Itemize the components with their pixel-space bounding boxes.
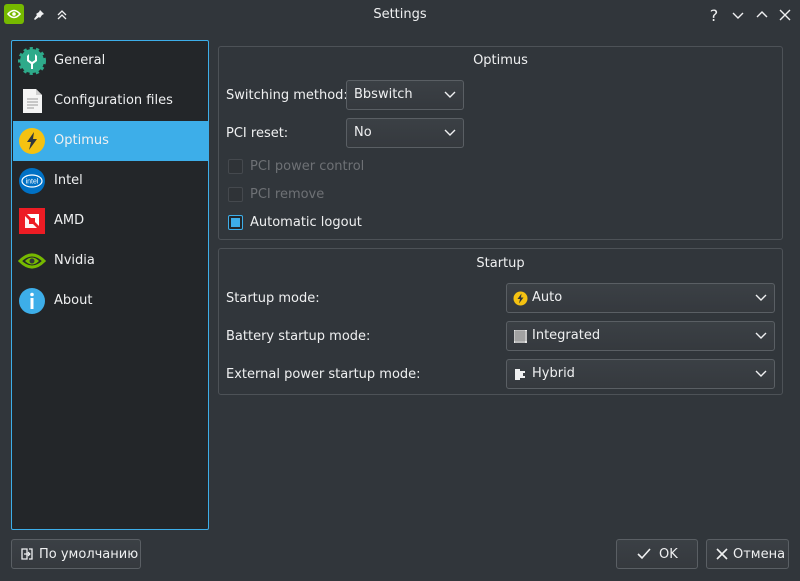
document-icon <box>23 89 42 113</box>
intel-logo-icon: intel <box>19 168 45 194</box>
close-icon <box>716 548 728 560</box>
wrench-gear-icon <box>18 47 46 75</box>
svg-text:intel: intel <box>26 179 39 186</box>
amd-logo-icon <box>19 208 45 234</box>
automatic-logout-checkbox[interactable] <box>228 215 243 230</box>
startup-mode-value: Auto <box>532 290 563 305</box>
restore-defaults-label: По умолчанию <box>39 547 139 562</box>
optimus-group: Optimus Switching method: Bbswitch PCI r… <box>218 46 783 240</box>
battery-startup-mode-value: Integrated <box>532 328 601 343</box>
pci-power-control-checkbox[interactable] <box>228 159 243 174</box>
pci-remove-checkbox[interactable] <box>228 187 243 202</box>
sidebar-item-amd[interactable]: AMD <box>13 201 208 241</box>
chip-icon <box>514 330 527 343</box>
sidebar-item-general[interactable]: General <box>13 41 208 81</box>
pci-reset-value: No <box>354 125 372 140</box>
switching-method-value: Bbswitch <box>354 87 413 102</box>
sidebar-item-configuration-files[interactable]: Configuration files <box>13 81 208 121</box>
external-power-startup-mode-value: Hybrid <box>532 366 575 381</box>
restore-defaults-icon <box>21 548 33 560</box>
sidebar-item-label: Intel <box>54 173 83 188</box>
info-icon <box>19 288 45 314</box>
title-bar: Settings ? <box>0 0 800 30</box>
sidebar-item-optimus[interactable]: Optimus <box>13 121 208 161</box>
sidebar-item-label: AMD <box>54 213 85 228</box>
startup-mode-combo[interactable]: Auto <box>506 283 775 313</box>
chevron-down-icon <box>444 91 456 98</box>
sidebar-item-label: Configuration files <box>54 93 173 108</box>
startup-mode-label: Startup mode: <box>226 291 320 306</box>
switching-method-combo[interactable]: Bbswitch <box>346 80 464 110</box>
automatic-logout-label: Automatic logout <box>250 215 362 230</box>
maximize-chevron-icon[interactable] <box>753 6 771 24</box>
sidebar-item-label: Nvidia <box>54 253 95 268</box>
lightning-icon <box>19 128 45 154</box>
chevron-down-icon <box>444 129 456 136</box>
external-power-startup-mode-label: External power startup mode: <box>226 367 421 382</box>
sidebar-item-label: General <box>54 53 106 68</box>
chevron-down-icon <box>755 370 767 377</box>
chevron-down-icon <box>755 332 767 339</box>
check-icon <box>637 548 651 560</box>
sidebar-item-label: Optimus <box>54 133 109 148</box>
help-icon[interactable]: ? <box>705 6 723 25</box>
window-title: Settings <box>373 7 427 22</box>
nvidia-logo-icon <box>18 253 46 269</box>
cancel-button[interactable]: Отмена <box>706 539 789 569</box>
restore-defaults-button[interactable]: По умолчанию <box>11 539 141 569</box>
sidebar-item-about[interactable]: About <box>13 281 208 321</box>
sidebar-item-nvidia[interactable]: Nvidia <box>13 241 208 281</box>
sidebar-item-label: About <box>54 293 93 308</box>
startup-group: Startup Startup mode: Auto Battery start… <box>218 248 783 395</box>
battery-startup-mode-label: Battery startup mode: <box>226 329 371 344</box>
battery-startup-mode-combo[interactable]: Integrated <box>506 321 775 351</box>
chevron-down-icon <box>755 294 767 301</box>
optimus-group-title: Optimus <box>473 53 528 68</box>
ok-button[interactable]: OK <box>616 539 698 569</box>
external-power-startup-mode-combo[interactable]: Hybrid <box>506 359 775 389</box>
lightning-icon <box>513 291 528 306</box>
sidebar-item-intel[interactable]: intel Intel <box>13 161 208 201</box>
ok-label: OK <box>659 547 678 562</box>
startup-group-title: Startup <box>476 256 525 271</box>
switching-method-label: Switching method: <box>226 88 348 103</box>
pci-remove-label: PCI remove <box>250 187 325 202</box>
settings-sidebar: General Configuration files Optimus inte… <box>11 40 209 530</box>
close-icon[interactable] <box>776 6 794 24</box>
pci-power-control-label: PCI power control <box>250 159 365 174</box>
pci-reset-combo[interactable]: No <box>346 118 464 148</box>
hybrid-icon <box>515 369 525 380</box>
cancel-label: Отмена <box>733 547 786 562</box>
minimize-chevron-icon[interactable] <box>729 6 747 24</box>
pci-reset-label: PCI reset: <box>226 126 289 141</box>
